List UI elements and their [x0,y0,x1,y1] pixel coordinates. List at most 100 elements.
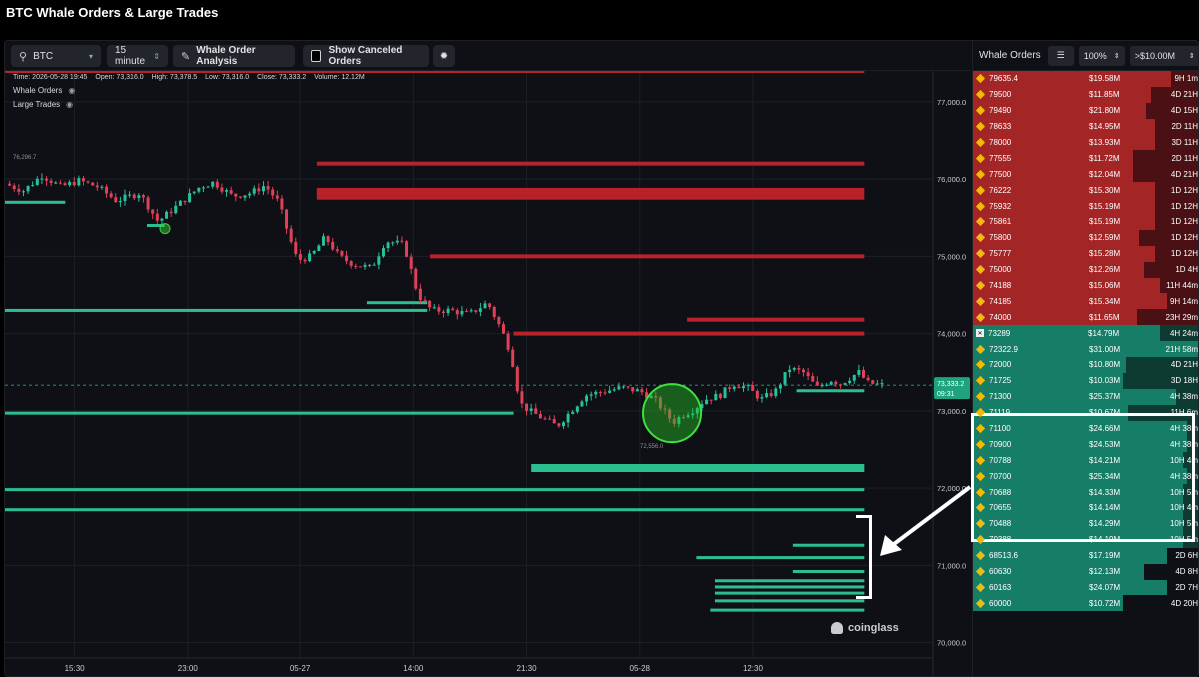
eye-icon[interactable]: ◉ [68,86,75,95]
y-tick-label: 76,000.0 [937,175,966,184]
candle-body [848,380,852,384]
info-close: Close: 73,333.2 [257,74,307,81]
whale-order-row[interactable]: 72322.9 $31.00M 21H 58m [973,341,1198,358]
chevron-down-icon: ▾ [88,51,93,61]
candle-body [432,307,436,309]
whale-order-row[interactable]: 79500 $11.85M 4D 21H [973,86,1198,103]
order-age: 21H 58m [1165,344,1198,354]
order-amount: $14.14M [1089,503,1121,513]
whale-order-row[interactable]: 74188 $15.06M 11H 44m [973,277,1198,294]
whale-order-row[interactable]: 71119 $10.67M 11H 6m [973,404,1198,421]
candle-body [72,181,76,186]
interval-select[interactable]: 15 minute ⇕ [107,45,168,67]
zoom-select[interactable]: 100% ⇕ [1078,45,1125,66]
palette-settings-button[interactable]: ✹ [433,45,455,67]
interval-value: 15 minute [115,45,146,67]
order-price: 77555 [989,153,1012,163]
whale-order-row[interactable]: 75800 $12.59M 1D 12H [973,229,1198,246]
panel-header: Whale Orders ☰ 100% ⇕ >$10.00M ⇕ [973,41,1198,71]
whale-order-row[interactable]: 78633 $14.95M 2D 11H [973,118,1198,135]
ask-wall [316,191,865,196]
candle-body [829,381,833,385]
candle-body [155,213,159,221]
whale-order-row[interactable]: 70788 $14.21M 10H 4m [973,452,1198,469]
whale-order-row[interactable]: 70700 $25.34M 4H 38m [973,468,1198,485]
whale-order-row[interactable]: 77555 $11.72M 2D 11H [973,150,1198,167]
whale-order-row[interactable]: 70488 $14.29M 10H 5m [973,515,1198,532]
whale-order-row[interactable]: 75777 $15.28M 1D 12H [973,245,1198,262]
whale-order-row[interactable]: 70655 $14.14M 10H 4m [973,500,1198,516]
legend-large-trades[interactable]: Large Trades ◉ [13,100,73,109]
x-tick-label: 21:30 [517,664,538,673]
candle-body [165,211,169,219]
whale-order-row[interactable]: 76222 $15.30M 1D 12H [973,182,1198,199]
whale-order-row[interactable]: 79635.4 $19.58M 9H 1m [973,71,1198,87]
ask-wall [316,161,865,166]
candle-body [308,253,312,262]
candle-body [238,196,242,198]
whale-order-row[interactable]: 70688 $14.33M 10H 5m [973,484,1198,501]
whale-order-row[interactable]: 60000 $10.72M 4D 20H [973,595,1198,612]
legend-whale-orders[interactable]: Whale Orders ◉ [13,86,75,95]
order-amount: $12.59M [1089,233,1121,243]
filter-settings-button[interactable]: ☰ [1047,45,1074,66]
candle-body [8,183,12,186]
chart-area[interactable]: 77,000.0 76,000.0 75,000.0 74,000.0 73,000.0… [5,71,972,677]
whale-order-analysis-button[interactable]: ✎ Whale Order Analysis [173,45,295,67]
whale-order-row[interactable]: 60630 $12.13M 4D 8H [973,563,1198,580]
order-price: 72000 [989,360,1012,370]
candle-body [483,303,487,309]
candle-body [252,188,256,194]
whale-order-row[interactable]: 71100 $24.66M 4H 38m [973,420,1198,437]
candle-body [575,406,579,412]
order-age: 4D 21H [1170,360,1198,370]
candle-body [455,310,459,315]
order-amount: $12.04M [1089,169,1121,179]
whale-order-row[interactable]: ✕ 73289 $14.79M 4H 24m [973,325,1198,342]
bid-wall [710,608,865,612]
checkbox[interactable] [311,50,322,62]
whale-order-row[interactable]: 77500 $12.04M 4D 21H [973,166,1198,183]
order-amount: $14.79M [1088,328,1120,338]
whale-order-row[interactable]: 70388 $14.19M 10H 5m [973,531,1198,548]
candle-body [589,394,593,396]
whale-order-row[interactable]: 74000 $11.65M 23H 29m [973,309,1198,326]
price-chart[interactable]: 77,000.0 76,000.0 75,000.0 74,000.0 73,000.0… [5,71,972,677]
whale-order-row[interactable]: 70900 $24.53M 4H 38m [973,436,1198,453]
min-size-select[interactable]: >$10.00M ⇕ [1129,45,1198,66]
y-tick-label: 71,000.0 [937,561,966,570]
show-canceled-orders-toggle[interactable]: Show Canceled Orders [303,45,429,67]
bid-wall [714,591,865,595]
whale-order-row[interactable]: 60163 $24.07M 2D 7H [973,579,1198,596]
order-amount: $11.72M [1089,153,1120,163]
order-amount: $14.95M [1089,122,1121,132]
symbol-search[interactable]: ⚲ BTC ▾ [11,45,101,67]
order-age: 2D 6H [1175,551,1198,561]
bid-wall [531,463,865,472]
y-tick-label: 73,000.0 [937,407,966,416]
whale-order-row[interactable]: 75000 $12.26M 1D 4H [973,261,1198,278]
candle-body [188,193,192,203]
whale-order-row[interactable]: 74185 $15.34M 9H 14m [973,293,1198,310]
whale-order-row[interactable]: 79490 $21.80M 4D 15H [973,102,1198,119]
eye-icon[interactable]: ◉ [66,100,73,109]
order-price: 70488 [989,519,1012,529]
order-age: 2D 11H [1171,153,1198,163]
whale-order-row[interactable]: 78000 $13.93M 3D 11H [973,134,1198,151]
legend-large-trades-label: Large Trades [13,100,61,109]
whale-order-row[interactable]: 72000 $10.80M 4D 21H [973,357,1198,373]
candle-body [285,209,289,229]
candle-body [441,311,445,314]
whale-order-row[interactable]: 71300 $25.37M 4H 38m [973,388,1198,405]
candle-body [114,197,118,203]
order-age: 4H 38m [1169,424,1198,434]
info-open: Open: 73,316.0 [95,74,144,81]
whale-order-row[interactable]: 75861 $15.19M 1D 12H [973,214,1198,230]
order-amount: $12.13M [1089,567,1121,577]
whale-order-row[interactable]: 68513.6 $17.19M 2D 6H [973,547,1198,564]
whale-order-row[interactable]: 75932 $15.19M 1D 12H [973,198,1198,215]
candle-body [543,418,547,420]
candle-body [271,189,275,196]
whale-order-row[interactable]: 71725 $10.03M 3D 18H [973,372,1198,389]
ask-wall [687,317,865,322]
